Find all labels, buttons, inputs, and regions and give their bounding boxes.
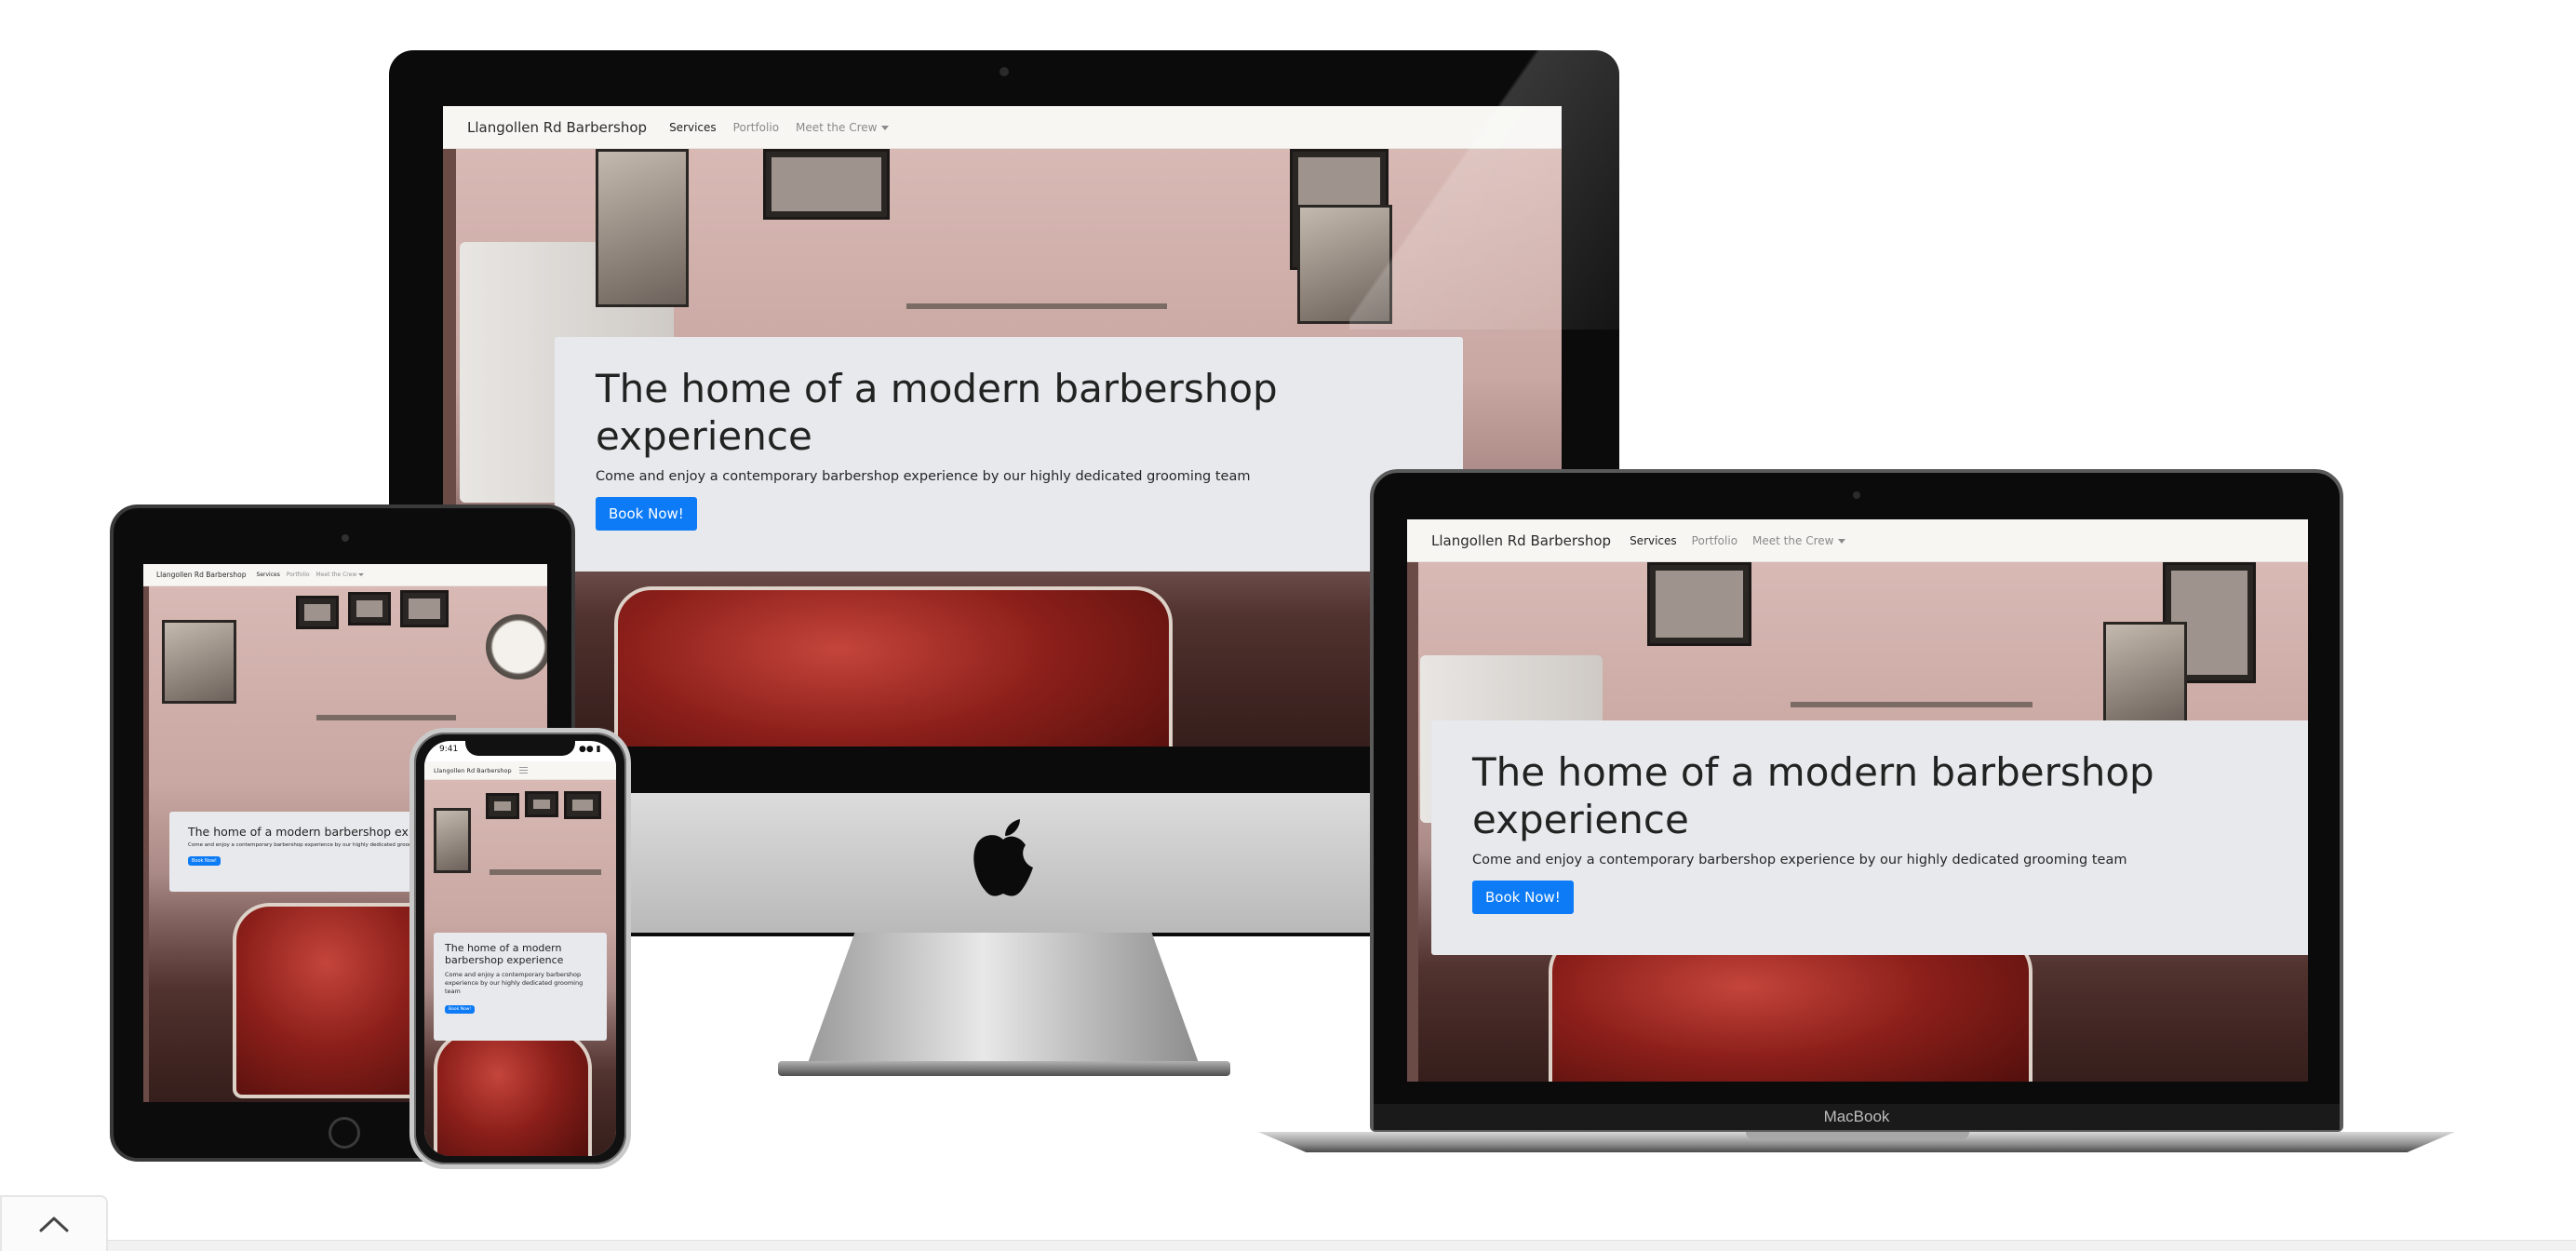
hero-title: The home of a modern barbershop experien… [596,366,1278,460]
photo-frame [1647,562,1751,646]
macbook-opening-notch [1746,1132,1969,1139]
photo-poster [596,149,689,307]
navbar-brand[interactable]: Llangollen Rd Barbershop [467,119,647,136]
navbar-brand[interactable]: Llangollen Rd Barbershop [434,767,512,774]
macbook-screen: Llangollen Rd Barbershop Services Portfo… [1407,519,2308,1082]
photo-shelf [906,303,1167,309]
navbar-brand[interactable]: Llangollen Rd Barbershop [1431,532,1611,549]
imac-stand [808,933,1199,1063]
caret-down-icon [881,125,890,130]
hero-panel: The home of a modern barbershop experien… [1431,720,2308,955]
book-now-button[interactable]: Book Now! [188,856,221,867]
photo-frame [564,791,601,819]
page-bottom-bar [0,1240,2576,1251]
nav-link-portfolio[interactable]: Portfolio [733,121,779,134]
iphone-notch [465,735,575,756]
photo-clock [486,614,547,679]
ipad-camera [342,534,349,542]
photo-chair [1549,935,2033,1082]
nav-link-portfolio[interactable]: Portfolio [1692,534,1737,547]
photo-frame [525,791,558,817]
nav-dropdown-crew[interactable]: Meet the Crew [1752,533,1846,547]
nav-dropdown-label: Meet the Crew [1752,533,1834,547]
navbar: Llangollen Rd Barbershop Services Portfo… [443,106,1562,149]
apple-logo-icon [973,819,1033,896]
status-bar-time: 9:41 [439,745,459,754]
photo-chair [614,586,1173,747]
scroll-to-top-button[interactable] [0,1195,108,1251]
photo-portrait [1297,205,1392,324]
nav-link-services[interactable]: Services [669,121,717,134]
photo-frame [400,590,449,627]
imac-camera [1000,67,1009,76]
hero-subtitle: Come and enjoy a contemporary barbershop… [596,469,1251,485]
macbook-label: MacBook [1374,1104,2340,1130]
chevron-up-icon [39,1217,69,1232]
hero-title: The home of a modern barbershop experien… [1472,749,2154,843]
photo-frame [486,793,519,819]
navbar: Llangollen Rd Barbershop [424,761,616,780]
photo-shelf [316,715,456,720]
nav-link-portfolio[interactable]: Portfolio [287,572,310,578]
mockup-stage: Llangollen Rd Barbershop Services Portfo… [0,0,2576,1251]
photo-shelf [1791,702,2033,707]
ipad-home-button[interactable] [329,1117,360,1149]
nav-dropdown-label: Meet the Crew [796,120,878,134]
hero-panel: The home of a modern barbershop experien… [555,337,1463,572]
navbar-brand[interactable]: Llangollen Rd Barbershop [156,571,247,579]
photo-frame [296,596,339,629]
nav-dropdown-crew[interactable]: Meet the Crew [796,120,890,134]
photo-poster [162,620,236,704]
nav-link-services[interactable]: Services [1630,534,1677,547]
caret-down-icon [358,573,365,576]
hero-panel: The home of a modern barbershop experien… [434,933,607,1041]
caret-down-icon [1838,538,1846,544]
photo-frame [348,592,391,626]
navbar: Llangollen Rd Barbershop Services Portfo… [1407,519,2308,562]
nav-link-services[interactable]: Services [257,572,280,578]
navbar: Llangollen Rd Barbershop Services Portfo… [143,564,547,586]
nav-dropdown-label: Meet the Crew [315,572,357,578]
book-now-button[interactable]: Book Now! [596,497,697,531]
macbook-camera [1853,491,1860,499]
photo-chair [434,1031,592,1156]
photo-poster [434,808,471,873]
iphone-screen: Llangollen Rd Barbershop The home of a m… [424,741,616,1156]
imac-foot [778,1061,1230,1076]
hero-subtitle: Come and enjoy a contemporary barbershop… [445,970,584,995]
hero-subtitle: Come and enjoy a contemporary barbershop… [1472,853,2127,868]
book-now-button[interactable]: Book Now! [1472,881,1574,915]
battery-icon: ●● ▮ [579,745,601,754]
book-now-button[interactable]: Book Now! [445,1005,476,1015]
photo-shelf [490,869,601,875]
hero-title: The home of a modern barbershop experien… [445,942,564,967]
nav-dropdown-crew[interactable]: Meet the Crew [316,572,365,578]
photo-frame [763,149,890,220]
menu-icon[interactable] [518,767,528,773]
photo-portrait [2103,622,2187,724]
